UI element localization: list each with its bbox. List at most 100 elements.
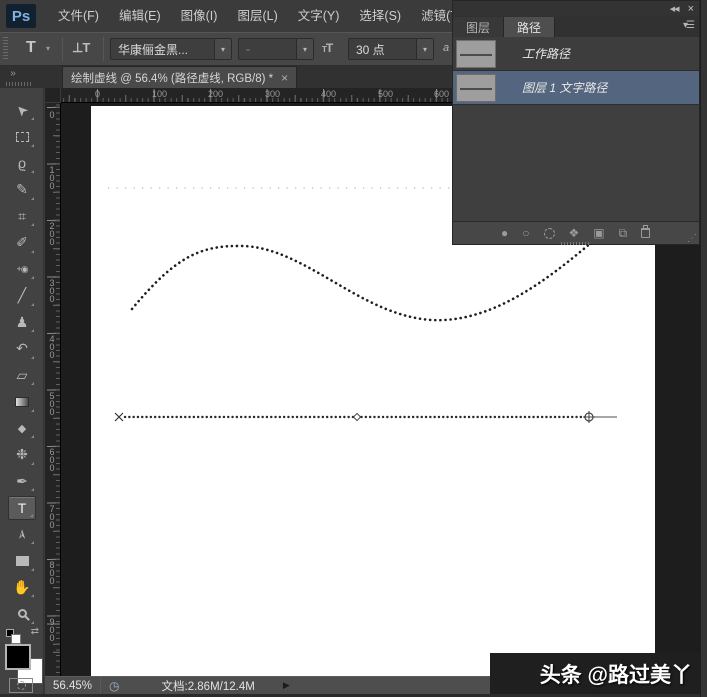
status-expand-arrow-icon[interactable]: ▶ <box>283 680 290 691</box>
gradient-tool[interactable] <box>8 390 36 414</box>
move-tool[interactable]: ➤ <box>8 98 36 122</box>
quick-mask-icon <box>16 681 26 690</box>
menu-edit[interactable]: 编辑(E) <box>109 0 171 32</box>
menu-image[interactable]: 图像(I) <box>171 0 228 32</box>
h-ruler-label: 0 <box>95 89 101 99</box>
tool-preset-caret-icon[interactable]: ▾ <box>46 44 50 53</box>
h-ruler-label: 400 <box>321 89 337 99</box>
close-panel-icon[interactable]: × <box>688 3 694 14</box>
path-end-marker-cross <box>583 411 595 423</box>
swap-colors-icon[interactable]: ⇄ <box>31 626 39 637</box>
panel-resize-grip[interactable]: ⋰ <box>687 233 697 244</box>
fill-path-icon[interactable]: ● <box>501 226 508 240</box>
menu-type[interactable]: 文字(Y) <box>288 0 350 32</box>
rectangular-marquee-tool[interactable] <box>8 125 36 149</box>
font-size-icon: TT <box>322 41 333 55</box>
watermark-text: 头条 @路过美丫 <box>539 663 692 687</box>
collapse-panel-icon[interactable]: ◀◀ <box>670 5 680 13</box>
v-ruler-label: 100 <box>47 165 57 189</box>
path-thumbnail <box>456 73 496 102</box>
quick-mask-button[interactable] <box>9 678 33 693</box>
crop-tool[interactable]: ⌗ <box>8 204 36 228</box>
path-start-marker <box>114 412 124 422</box>
ruler-corner <box>45 88 61 103</box>
dotted-wave-path <box>130 240 594 322</box>
status-clock-icon[interactable]: ◷ <box>109 679 119 693</box>
font-family-dropdown[interactable]: 华康俪金黑... ▾ <box>110 38 232 60</box>
path-row-label: 工作路径 <box>522 47 571 61</box>
v-ruler-label: 800 <box>47 560 57 584</box>
type-tool-preset-icon[interactable]: T <box>26 39 36 57</box>
magnifier-icon <box>17 609 27 619</box>
font-style-dropdown[interactable]: - ▾ <box>238 38 314 60</box>
v-ruler-label: 900 <box>47 617 57 641</box>
trash-icon <box>641 225 651 238</box>
font-size-value: 30 点 <box>356 42 385 57</box>
panel-menu-icon[interactable]: ▾☰ <box>683 20 695 31</box>
font-size-caret-icon[interactable]: ▾ <box>416 39 433 59</box>
font-family-caret-icon[interactable]: ▾ <box>214 39 231 59</box>
default-colors-icon[interactable] <box>6 629 21 644</box>
new-path-icon[interactable]: ⧉ <box>619 226 628 241</box>
document-tab[interactable]: 绘制虚线 @ 56.4% (路径虚线, RGB/8) * × <box>62 66 298 88</box>
hand-tool[interactable]: ✋ <box>8 575 36 599</box>
make-work-path-icon[interactable]: ❖ <box>569 226 580 240</box>
path-thumbnail <box>456 39 496 68</box>
menu-file[interactable]: 文件(F) <box>48 0 109 32</box>
quick-selection-tool[interactable]: ✎ <box>8 178 36 202</box>
window-right-edge <box>700 0 707 697</box>
stroke-path-icon[interactable]: ○ <box>522 226 529 240</box>
document-tab-close-icon[interactable]: × <box>281 71 288 85</box>
pen-tool[interactable]: ✒ <box>8 469 36 493</box>
path-row-label: 图层 1 文字路径 <box>522 81 608 95</box>
v-ruler-label: 700 <box>47 504 57 528</box>
font-size-dropdown[interactable]: 30 点 ▾ <box>348 38 434 60</box>
dodge-tool[interactable]: ❉ <box>8 443 36 467</box>
toolbar-grip <box>6 82 32 86</box>
tab-paths[interactable]: 路径 <box>504 17 556 37</box>
add-mask-icon[interactable]: ▣ <box>593 226 604 240</box>
font-style-caret-icon[interactable]: ▾ <box>296 39 313 59</box>
menu-layer[interactable]: 图层(L) <box>227 0 287 32</box>
zoom-tool[interactable] <box>8 602 36 626</box>
delete-path-icon[interactable] <box>641 225 651 238</box>
healing-brush-tool[interactable]: +◉ <box>8 257 36 281</box>
tab-layers[interactable]: 图层 <box>453 17 505 37</box>
text-orientation-icon[interactable]: ⊥T <box>72 40 90 56</box>
h-ruler-label: 500 <box>378 89 394 99</box>
eyedropper-tool[interactable]: ✐ <box>8 231 36 255</box>
load-selection-icon[interactable] <box>543 227 555 239</box>
vertical-ruler: 0 100 200 300 400 500 600 700 800 900 <box>45 103 61 676</box>
path-mid-marker <box>352 412 362 422</box>
mini-color-controls: ⇄ <box>5 626 41 644</box>
zoom-level-field[interactable]: 56.45% <box>45 680 100 692</box>
eraser-tool[interactable]: ▱ <box>8 363 36 387</box>
path-selection-tool[interactable]: ➢ <box>8 522 36 546</box>
type-tool[interactable]: T <box>8 495 36 520</box>
dock-expander-icon[interactable]: » <box>4 68 22 80</box>
font-family-value: 华康俪金黑... <box>118 42 189 57</box>
v-ruler-label: 600 <box>47 447 57 471</box>
document-tab-title: 绘制虚线 @ 56.4% (路径虚线, RGB/8) * <box>71 72 274 85</box>
rectangle-shape-icon <box>15 555 29 566</box>
options-grip <box>3 37 8 61</box>
blur-tool[interactable]: ◆ <box>8 416 36 440</box>
menu-select[interactable]: 选择(S) <box>349 0 411 32</box>
history-brush-tool[interactable]: ↶ <box>8 337 36 361</box>
v-ruler-label: 500 <box>47 391 57 415</box>
shape-tool[interactable] <box>8 549 36 573</box>
path-row-layer1-text-path[interactable]: 图层 1 文字路径 <box>453 71 699 105</box>
panel-tabs: 图层 路径 ▾☰ <box>453 16 699 37</box>
h-ruler-label: 300 <box>265 89 281 99</box>
panel-empty-area <box>453 105 699 221</box>
lasso-tool[interactable]: ϱ <box>8 151 36 175</box>
watermark: 头条 @路过美丫 <box>490 653 700 694</box>
brush-tool[interactable]: ╱ <box>8 284 36 308</box>
panel-header: ◀◀ × <box>453 1 699 16</box>
anti-alias-icon[interactable]: a <box>443 42 449 54</box>
foreground-color-swatch[interactable] <box>5 644 31 670</box>
clone-stamp-tool[interactable]: ♟ <box>8 310 36 334</box>
panel-drag-handle[interactable] <box>561 242 591 245</box>
path-row-work-path[interactable]: 工作路径 <box>453 37 699 71</box>
options-separator <box>103 37 104 61</box>
